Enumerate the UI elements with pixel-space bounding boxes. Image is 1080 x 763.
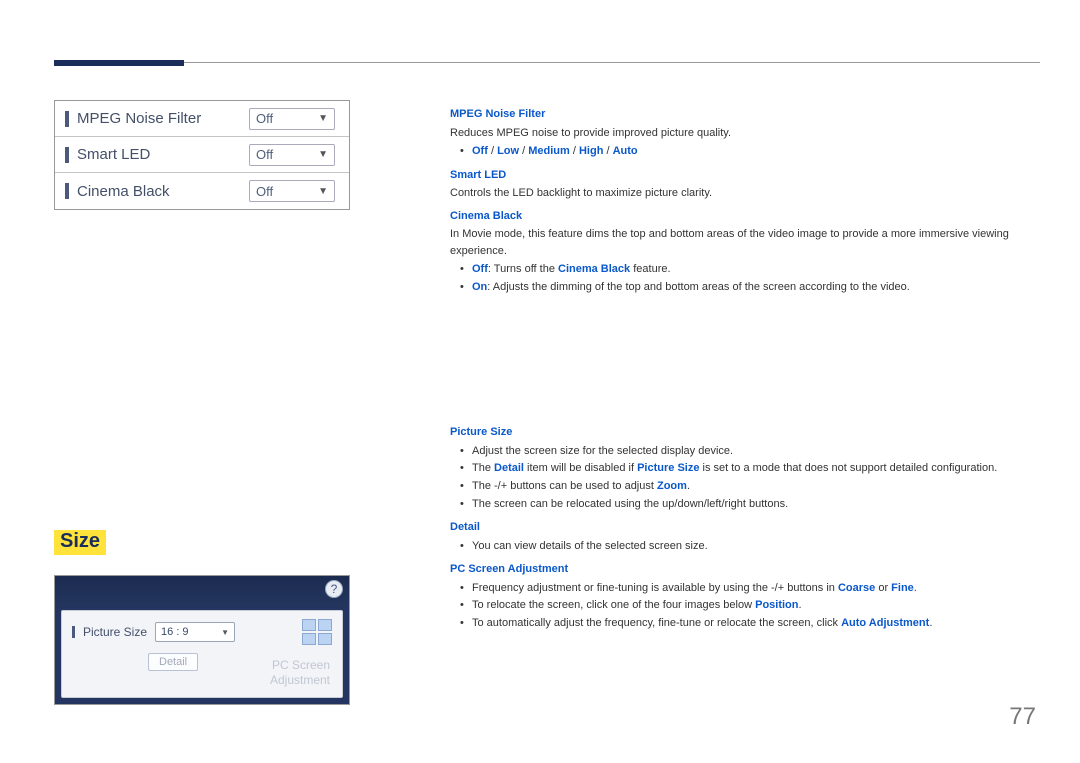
dropdown-value: Off [256,111,273,126]
row-label: Picture Size [83,625,147,639]
list-item: You can view details of the selected scr… [450,538,1040,556]
list-item: Off / Low / Medium / High / Auto [450,143,1040,161]
chevron-down-icon: ▼ [318,113,328,124]
body-text: Reduces MPEG noise to provide improved p… [450,125,1040,142]
header-accent-bar [54,60,184,66]
dropdown-picture-size[interactable]: 16 : 9 ▼ [155,622,235,642]
list-item: Frequency adjustment or fine-tuning is a… [450,580,1040,598]
row-label: MPEG Noise Filter [77,110,249,127]
heading-mpeg-noise-filter: MPEG Noise Filter [450,106,1040,123]
chevron-down-icon: ▼ [318,186,328,197]
row-label: Smart LED [77,146,249,163]
chevron-down-icon: ▼ [221,628,229,637]
row-marker-icon [65,147,69,163]
list-item: The -/+ buttons can be used to adjust Zo… [450,478,1040,496]
dropdown-value: Off [256,147,273,162]
window-titlebar: ? [55,576,349,606]
dropdown-value: 16 : 9 [161,626,189,638]
list-item: To relocate the screen, click one of the… [450,597,1040,615]
right-column: MPEG Noise Filter Reduces MPEG noise to … [450,100,1040,639]
list-item: The Detail item will be disabled if Pict… [450,460,1040,478]
row-label: Cinema Black [77,183,249,200]
screenshot-advanced-settings: MPEG Noise Filter Off ▼ Smart LED Off ▼ … [54,100,350,210]
list-item: Adjust the screen size for the selected … [450,443,1040,461]
pc-screen-adjustment-ghost-label: PC ScreenAdjustment [270,658,330,689]
dropdown-value: Off [256,184,273,199]
row-smart-led: Smart LED Off ▼ [55,137,349,173]
header-rule [184,62,1040,63]
position-grid-icon[interactable] [302,619,332,645]
dropdown-cinema-black[interactable]: Off ▼ [249,180,335,202]
dropdown-smart-led[interactable]: Off ▼ [249,144,335,166]
body-text: Controls the LED backlight to maximize p… [450,185,1040,202]
body-text: In Movie mode, this feature dims the top… [450,226,1040,259]
row-picture-size: Picture Size 16 : 9 ▼ [72,619,332,645]
list-item: Off: Turns off the Cinema Black feature. [450,261,1040,279]
detail-button[interactable]: Detail [148,653,198,671]
heading-smart-led: Smart LED [450,167,1040,184]
heading-detail: Detail [450,519,1040,536]
help-icon[interactable]: ? [325,580,343,598]
row-marker-icon [65,111,69,127]
list-item: To automatically adjust the frequency, f… [450,615,1040,633]
row-marker-icon [65,183,69,199]
heading-pc-screen-adjustment: PC Screen Adjustment [450,561,1040,578]
dropdown-mpeg-noise-filter[interactable]: Off ▼ [249,108,335,130]
row-cinema-black: Cinema Black Off ▼ [55,173,349,209]
panel-body: Picture Size 16 : 9 ▼ Detail PC ScreenAd… [61,610,343,698]
row-marker-icon [72,626,75,638]
heading-cinema-black: Cinema Black [450,208,1040,225]
list-item: On: Adjusts the dimming of the top and b… [450,279,1040,297]
page-number: 77 [1009,703,1036,731]
chevron-down-icon: ▼ [318,149,328,160]
row-mpeg-noise-filter: MPEG Noise Filter Off ▼ [55,101,349,137]
list-item: The screen can be relocated using the up… [450,496,1040,514]
left-column: MPEG Noise Filter Off ▼ Smart LED Off ▼ … [54,100,394,705]
screenshot-picture-size: ? Picture Size 16 : 9 ▼ Detail PC Screen… [54,575,350,705]
heading-picture-size: Picture Size [450,424,1040,441]
section-size: Picture Size Adjust the screen size for … [450,424,1040,632]
section-heading-size: Size [54,530,106,555]
